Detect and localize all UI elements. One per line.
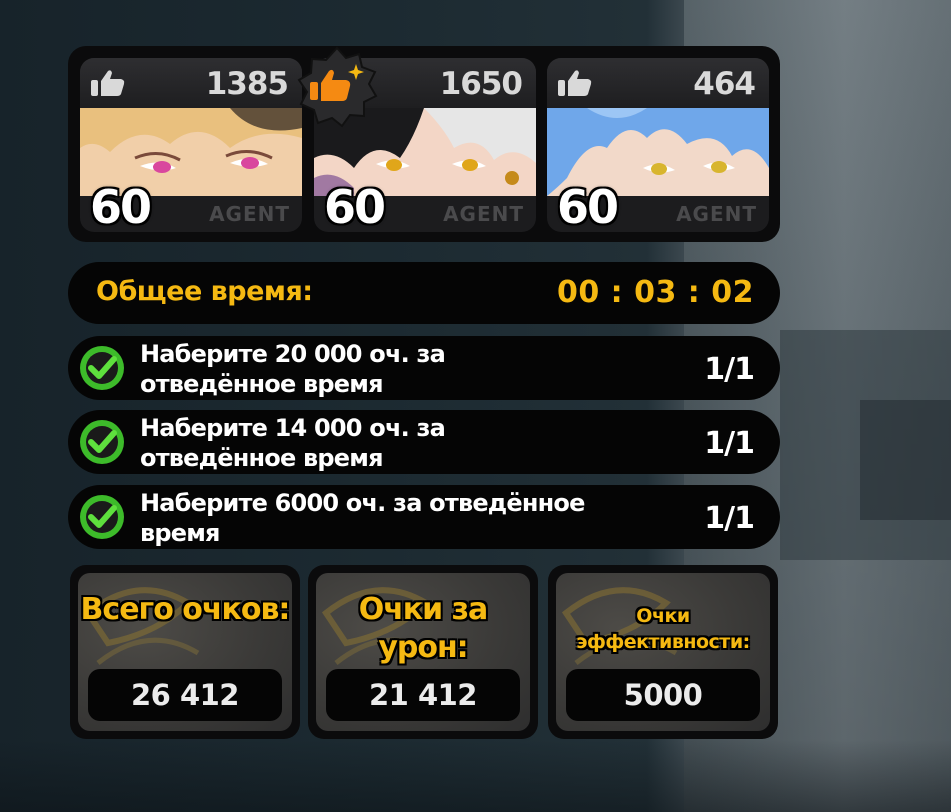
likes-count: 1650 xyxy=(439,66,523,102)
score-value: 26 412 xyxy=(131,678,240,712)
score-box-efficiency: Очки эффективности: 5000 xyxy=(548,565,778,739)
score-title: Всего очков: xyxy=(80,592,291,627)
score-title: Очки эффективности: xyxy=(576,605,750,653)
agent-level: 60 xyxy=(324,180,386,232)
check-circle-icon xyxy=(80,495,124,539)
objective-row: Наберите 6000 оч. за отведённое время 1/… xyxy=(68,485,780,549)
thumbs-up-icon xyxy=(91,70,125,96)
objective-text: Наберите 6000 оч. за отведённое время xyxy=(140,489,585,547)
objective-progress: 1/1 xyxy=(704,352,755,387)
agent-card-1[interactable]: 1385 AGENT 60 xyxy=(80,58,302,232)
score-value: 5000 xyxy=(623,678,703,712)
agent-tag: AGENT xyxy=(676,202,757,226)
objective-row: Наберите 14 000 оч. за отведённое время … xyxy=(68,410,780,474)
objective-text: Наберите 20 000 оч. за отведённое время xyxy=(140,340,446,398)
check-circle-icon xyxy=(80,420,124,464)
background-shadow xyxy=(860,400,951,520)
total-time-bar: Общее время: 00 : 03 : 02 xyxy=(68,262,780,324)
agent-level: 60 xyxy=(90,180,152,232)
score-box-damage: Очки за урон: 21 412 xyxy=(308,565,538,739)
agent-tag: AGENT xyxy=(443,202,524,226)
agent-card-3[interactable]: 464 AGENT 60 xyxy=(547,58,769,232)
thumbs-up-icon xyxy=(558,70,592,96)
mvp-thumbs-up-badge-icon xyxy=(297,46,378,128)
total-time-value: 00 : 03 : 02 xyxy=(556,275,754,310)
objective-row: Наберите 20 000 оч. за отведённое время … xyxy=(68,336,780,400)
agent-tag: AGENT xyxy=(209,202,290,226)
check-circle-icon xyxy=(80,346,124,390)
objective-text: Наберите 14 000 оч. за отведённое время xyxy=(140,414,446,472)
likes-count: 1385 xyxy=(205,66,289,102)
objective-progress: 1/1 xyxy=(704,501,755,536)
likes-count: 464 xyxy=(693,66,756,102)
score-box-total: Всего очков: 26 412 xyxy=(70,565,300,739)
background-floor xyxy=(0,740,951,812)
score-value: 21 412 xyxy=(369,678,478,712)
total-time-label: Общее время: xyxy=(96,276,313,307)
agent-level: 60 xyxy=(557,180,619,232)
score-title: Очки за урон: xyxy=(358,592,489,665)
objective-progress: 1/1 xyxy=(704,426,755,461)
